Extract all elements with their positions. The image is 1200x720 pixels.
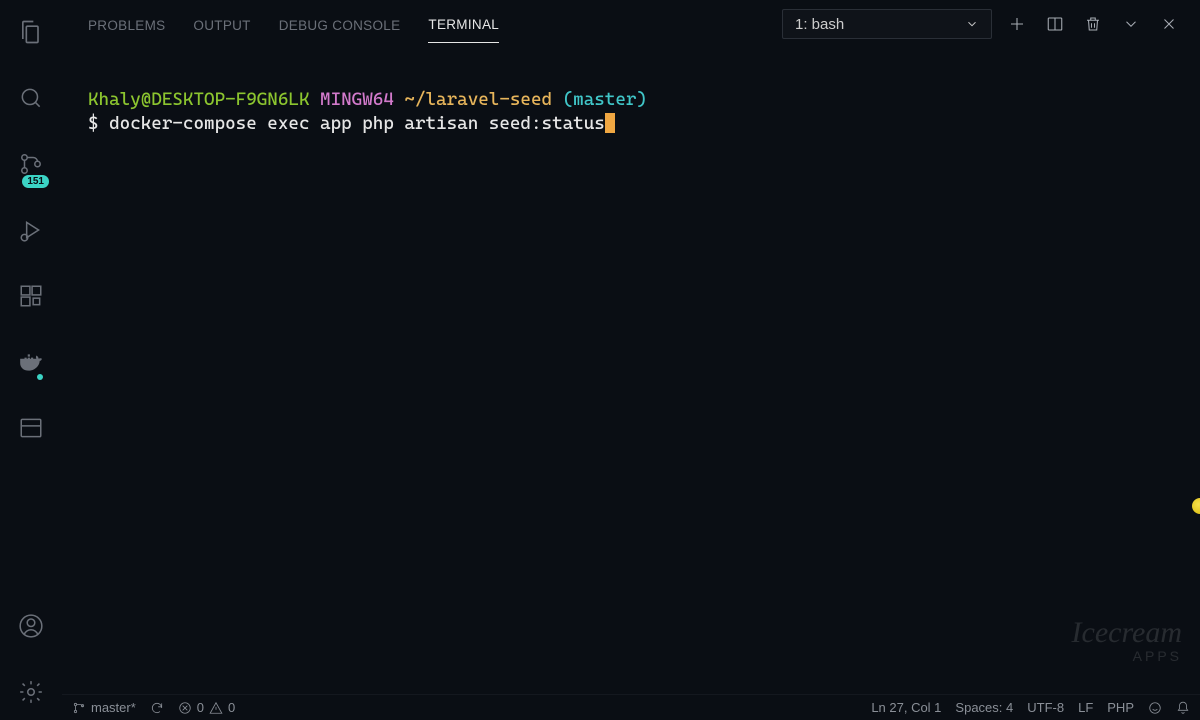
terminal-selector[interactable]: 1: bash	[782, 9, 992, 39]
tab-terminal[interactable]: TERMINAL	[428, 5, 499, 43]
terminal-prompt-line: Khaly@DESKTOP-F9GN6LK MINGW64 ~/laravel-…	[88, 88, 1200, 112]
docker-icon[interactable]	[7, 342, 55, 382]
status-sync[interactable]	[150, 701, 164, 715]
chevron-down-icon	[965, 17, 979, 31]
tab-debug-console[interactable]: DEBUG CONSOLE	[279, 6, 401, 43]
terminal-body[interactable]: Khaly@DESKTOP-F9GN6LK MINGW64 ~/laravel-…	[62, 48, 1200, 694]
status-eol[interactable]: LF	[1078, 700, 1093, 715]
status-feedback-icon[interactable]	[1148, 701, 1162, 715]
status-encoding[interactable]: UTF-8	[1027, 700, 1064, 715]
terminal-selector-label: 1: bash	[795, 16, 844, 33]
status-spaces[interactable]: Spaces: 4	[955, 700, 1013, 715]
watermark: Icecream APPS	[1072, 616, 1182, 664]
source-control-badge: 151	[22, 175, 49, 188]
prompt-user-host: Khaly@DESKTOP-F9GN6LK	[88, 89, 309, 110]
tab-problems[interactable]: PROBLEMS	[88, 6, 165, 43]
status-line-col[interactable]: Ln 27, Col 1	[871, 700, 941, 715]
new-terminal-button[interactable]	[1004, 11, 1030, 37]
docker-status-dot	[37, 374, 43, 380]
account-icon[interactable]	[7, 606, 55, 646]
status-errors: 0	[197, 700, 204, 715]
split-terminal-button[interactable]	[1042, 11, 1068, 37]
status-warnings: 0	[228, 700, 235, 715]
prompt-branch-open: (	[563, 89, 574, 110]
main-column: PROBLEMS OUTPUT DEBUG CONSOLE TERMINAL 1…	[62, 0, 1200, 720]
prompt-branch: master	[573, 89, 636, 110]
extensions-icon[interactable]	[7, 276, 55, 316]
explorer-icon[interactable]	[7, 12, 55, 52]
run-debug-icon[interactable]	[7, 210, 55, 250]
close-panel-button[interactable]	[1156, 11, 1182, 37]
activity-bar: 151	[0, 0, 62, 720]
project-panel-icon[interactable]	[7, 408, 55, 448]
cursor-highlight-dot	[1192, 498, 1200, 514]
status-language[interactable]: PHP	[1107, 700, 1134, 715]
prompt-branch-close: )	[636, 89, 647, 110]
status-branch-label: master*	[91, 700, 136, 715]
tab-output[interactable]: OUTPUT	[193, 6, 250, 43]
prompt-cwd: ~/laravel-seed	[404, 89, 552, 110]
search-icon[interactable]	[7, 78, 55, 118]
prompt-shell-env: MINGW64	[320, 89, 394, 110]
source-control-icon[interactable]: 151	[7, 144, 55, 184]
status-problems[interactable]: 0 0	[178, 700, 235, 715]
watermark-main: Icecream	[1072, 616, 1182, 649]
status-branch[interactable]: master*	[72, 700, 136, 715]
watermark-sub: APPS	[1072, 649, 1182, 664]
terminal-cursor	[605, 113, 616, 133]
maximize-panel-button[interactable]	[1118, 11, 1144, 37]
panel-tabs: PROBLEMS OUTPUT DEBUG CONSOLE TERMINAL	[88, 5, 499, 43]
prompt-symbol: $	[88, 113, 109, 134]
settings-gear-icon[interactable]	[7, 672, 55, 712]
status-bar: master* 0 0 Ln 27, Col 1 Spaces: 4 UTF-8…	[62, 694, 1200, 720]
panel-actions: 1: bash	[782, 9, 1182, 39]
terminal-command-line: $ docker-compose exec app php artisan se…	[88, 112, 1200, 136]
kill-terminal-button[interactable]	[1080, 11, 1106, 37]
prompt-command: docker-compose exec app php artisan seed…	[109, 113, 605, 134]
panel-header: PROBLEMS OUTPUT DEBUG CONSOLE TERMINAL 1…	[62, 0, 1200, 48]
status-bell-icon[interactable]	[1176, 701, 1190, 715]
